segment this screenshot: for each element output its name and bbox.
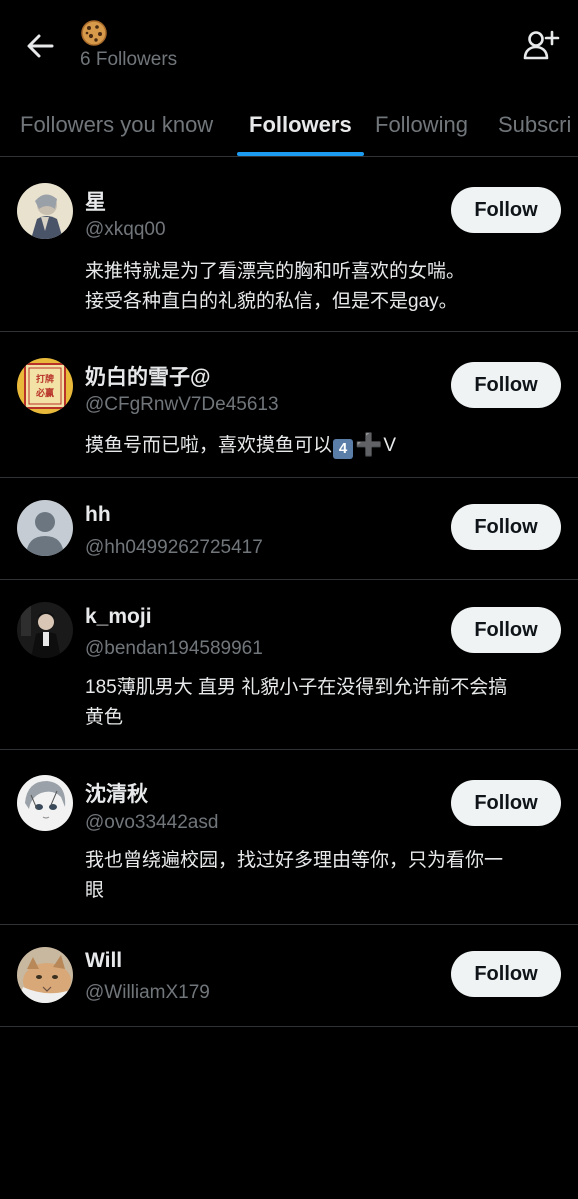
bio-text: 摸鱼号而已啦，喜欢摸鱼可以 (85, 435, 333, 456)
tab-subscriptions[interactable]: Subscri (498, 112, 571, 138)
follower-count: 6 Followers (80, 49, 178, 70)
user-name[interactable]: Will (85, 949, 122, 973)
user-handle: @xkqq00 (85, 219, 166, 240)
list-item[interactable]: 打牌 必赢 奶白的雪子@ @CFgRnwV7De45613 摸鱼号而已啦，喜欢摸… (0, 332, 578, 478)
active-tab-indicator (237, 152, 364, 156)
user-bio: 我也曾绕遍校园，找过好多理由等你，只为看你一 眼 (85, 846, 560, 906)
list-item[interactable]: 星 @xkqq00 来推特就是为了看漂亮的胸和听喜欢的女喘。 接受各种直白的礼貌… (0, 157, 578, 332)
list-item[interactable]: 沈清秋 @ovo33442asd 我也曾绕遍校园，找过好多理由等你，只为看你一 … (0, 750, 578, 925)
cookie-icon (80, 19, 108, 47)
avatar[interactable] (17, 947, 73, 1003)
add-user-icon (523, 30, 560, 60)
default-avatar-icon (17, 500, 73, 556)
user-name[interactable]: 奶白的雪子@ (85, 361, 210, 391)
avatar[interactable] (17, 775, 73, 831)
user-handle: @hh0499262725417 (85, 537, 263, 558)
back-arrow-icon (27, 34, 54, 58)
bio-line: 185薄肌男大 直男 礼貌小子在没得到允许前不会搞 (85, 677, 508, 698)
user-name[interactable]: 星 (85, 186, 106, 216)
user-handle: @bendan194589961 (85, 638, 263, 659)
user-name[interactable]: 沈清秋 (85, 778, 148, 808)
user-handle: @CFgRnwV7De45613 (85, 394, 279, 415)
follow-button[interactable]: Follow (451, 607, 561, 653)
user-bio: 来推特就是为了看漂亮的胸和听喜欢的女喘。 接受各种直白的礼貌的私信，但是不是ga… (85, 257, 560, 317)
bio-line: 眼 (85, 880, 105, 901)
followers-list: 星 @xkqq00 来推特就是为了看漂亮的胸和听喜欢的女喘。 接受各种直白的礼貌… (0, 157, 578, 1027)
avatar[interactable] (17, 602, 73, 658)
user-handle: @ovo33442asd (85, 812, 219, 833)
bio-line: 我也曾绕遍校园，找过好多理由等你，只为看你一 (85, 850, 504, 871)
follow-button[interactable]: Follow (451, 951, 561, 997)
user-bio: 摸鱼号而已啦，喜欢摸鱼可以 4 ➕V (85, 430, 560, 461)
bio-line: 接受各种直白的礼貌的私信，但是不是gay。 (85, 291, 458, 312)
bio-text: V (383, 435, 397, 456)
tab-bar: Followers you know Followers Following S… (0, 100, 578, 157)
plus-icon: ➕ (355, 432, 383, 457)
list-item[interactable]: hh @hh0499262725417 Follow (0, 478, 578, 580)
follow-button[interactable]: Follow (451, 780, 561, 826)
avatar[interactable]: 打牌 必赢 (17, 358, 73, 414)
user-name[interactable]: k_moji (85, 605, 152, 629)
avatar-text: 必赢 (35, 387, 54, 399)
user-handle: @WilliamX179 (85, 982, 210, 1003)
keycap-4-icon: 4 (333, 439, 354, 459)
bio-line: 来推特就是为了看漂亮的胸和听喜欢的女喘。 (85, 261, 466, 282)
follow-button[interactable]: Follow (451, 504, 561, 550)
list-item[interactable]: Will @WilliamX179 Follow (0, 925, 578, 1027)
user-name[interactable]: hh (85, 503, 111, 527)
tab-followers-you-know[interactable]: Followers you know (20, 112, 213, 138)
list-item[interactable]: k_moji @bendan194589961 185薄肌男大 直男 礼貌小子在… (0, 580, 578, 750)
follow-button[interactable]: Follow (451, 187, 561, 233)
bio-line: 黄色 (85, 707, 124, 728)
tab-following[interactable]: Following (375, 112, 468, 138)
avatar-text: 打牌 (36, 373, 54, 385)
avatar[interactable] (17, 500, 73, 556)
tab-followers[interactable]: Followers (249, 112, 352, 138)
top-bar: 6 Followers (0, 0, 578, 96)
avatar[interactable] (17, 183, 73, 239)
add-user-button[interactable] (520, 26, 560, 66)
follow-button[interactable]: Follow (451, 362, 561, 408)
back-button[interactable] (22, 28, 58, 64)
user-bio: 185薄肌男大 直男 礼貌小子在没得到允许前不会搞 黄色 (85, 673, 560, 733)
